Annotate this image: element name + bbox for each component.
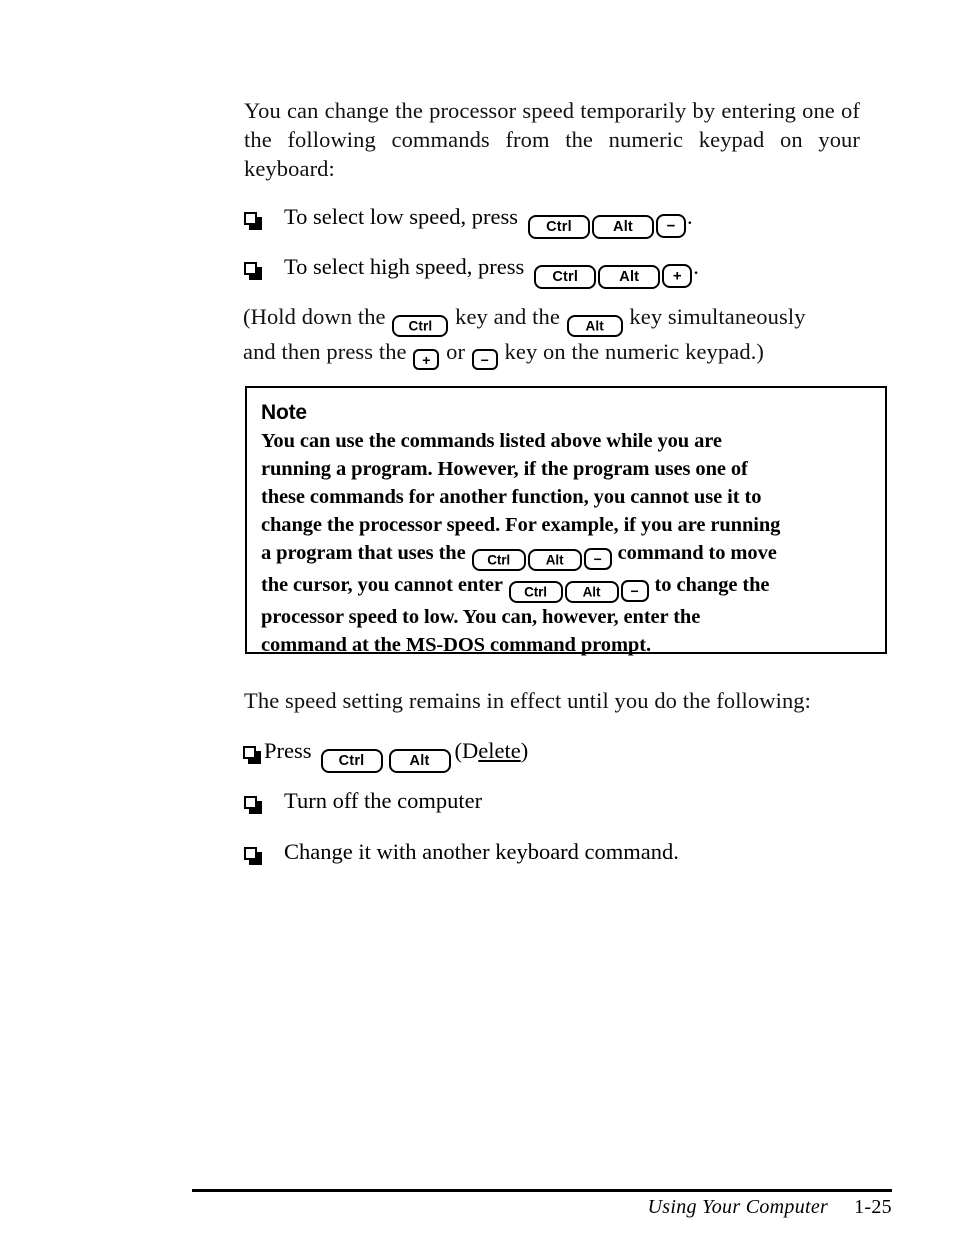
list-item-change-keyboard-command: Change it with another keyboard command.: [244, 838, 679, 866]
note-line-2: running a program. However, if the progr…: [261, 458, 748, 480]
footer-chapter-title: Using Your Computer: [647, 1196, 829, 1218]
document-page: You can change the processor speed tempo…: [0, 0, 954, 1241]
hold-down-paragraph: (Hold down the Ctrl key and the Alt key …: [243, 302, 875, 370]
square-bullet-icon: [244, 787, 262, 815]
key-alt[interactable]: Alt: [566, 315, 623, 337]
key-plus[interactable]: +: [662, 264, 693, 288]
key-ctrl[interactable]: Ctrl: [392, 315, 449, 337]
note-line-3: these commands for another function, you…: [261, 486, 762, 508]
key-minus[interactable]: −: [583, 548, 612, 570]
list-item-press-ctrl-alt-delete: Press Ctrl Alt (Delete): [243, 737, 528, 773]
square-bullet-icon: [244, 203, 262, 231]
hold-down-line-1: (Hold down the Ctrl key and the Alt key …: [243, 302, 875, 337]
note-body: You can use the commands listed above wh…: [261, 427, 871, 659]
square-bullet-icon: [243, 737, 261, 765]
footer-divider: [192, 1189, 892, 1192]
key-combo-ctrl-alt-delete: Ctrl Alt: [320, 737, 452, 773]
key-combo-high-speed: Ctrl Alt +: [533, 253, 693, 289]
list-item-turn-off-computer: Turn off the computer: [244, 787, 482, 815]
footer-page-number: 1-25: [854, 1196, 892, 1218]
note-line-7: processor speed to low. You can, however…: [261, 606, 701, 628]
key-plus[interactable]: +: [413, 349, 440, 370]
note-callout-box: Note You can use the commands listed abo…: [245, 386, 887, 656]
key-alt[interactable]: Alt: [388, 749, 451, 773]
key-alt[interactable]: Alt: [598, 265, 661, 289]
note-title: Note: [261, 401, 307, 424]
key-minus[interactable]: −: [471, 349, 498, 370]
speed-setting-paragraph: The speed setting remains in effect unti…: [244, 688, 812, 713]
key-alt[interactable]: Alt: [527, 549, 582, 571]
note-line-6: the cursor, you cannot enter Ctrl Alt − to…: [261, 571, 871, 603]
key-ctrl[interactable]: Ctrl: [534, 265, 597, 289]
key-ctrl[interactable]: Ctrl: [528, 215, 590, 239]
change-command-text: Change it with another keyboard command.: [284, 839, 679, 864]
square-bullet-icon: [244, 253, 262, 281]
hold-down-line-2: and then press the + or − key on the num…: [243, 337, 875, 370]
note-line-4: change the processor speed. For example,…: [261, 514, 781, 536]
key-alt[interactable]: Alt: [564, 581, 619, 603]
key-alt[interactable]: Alt: [592, 215, 654, 239]
intro-paragraph: You can change the processor speed tempo…: [244, 98, 860, 181]
key-ctrl[interactable]: Ctrl: [320, 749, 383, 773]
footer: Using Your Computer 1-25: [648, 1196, 892, 1219]
low-speed-period: .: [687, 204, 693, 229]
note-line-5: a program that uses the Ctrl Alt − command…: [261, 539, 871, 571]
turn-off-text: Turn off the computer: [284, 788, 483, 813]
note-line-8: command at the MS-DOS command prompt.: [261, 634, 651, 656]
list-item-low-speed: To select low speed, press Ctrl Alt − .: [244, 203, 693, 239]
list-item-high-speed: To select high speed, press Ctrl Alt + .: [244, 253, 699, 289]
note-line-1: You can use the commands listed above wh…: [261, 430, 722, 452]
delete-label: (Delete): [454, 738, 529, 763]
key-ctrl[interactable]: Ctrl: [508, 581, 563, 603]
key-minus[interactable]: −: [656, 214, 686, 238]
key-minus[interactable]: −: [620, 580, 649, 602]
low-speed-text: To select low speed, press: [284, 204, 518, 229]
press-text: Press: [264, 738, 312, 763]
high-speed-text: To select high speed, press: [284, 254, 525, 279]
square-bullet-icon: [244, 838, 262, 866]
key-ctrl[interactable]: Ctrl: [471, 549, 526, 571]
key-combo-low-speed: Ctrl Alt −: [527, 203, 687, 239]
high-speed-period: .: [693, 254, 699, 279]
